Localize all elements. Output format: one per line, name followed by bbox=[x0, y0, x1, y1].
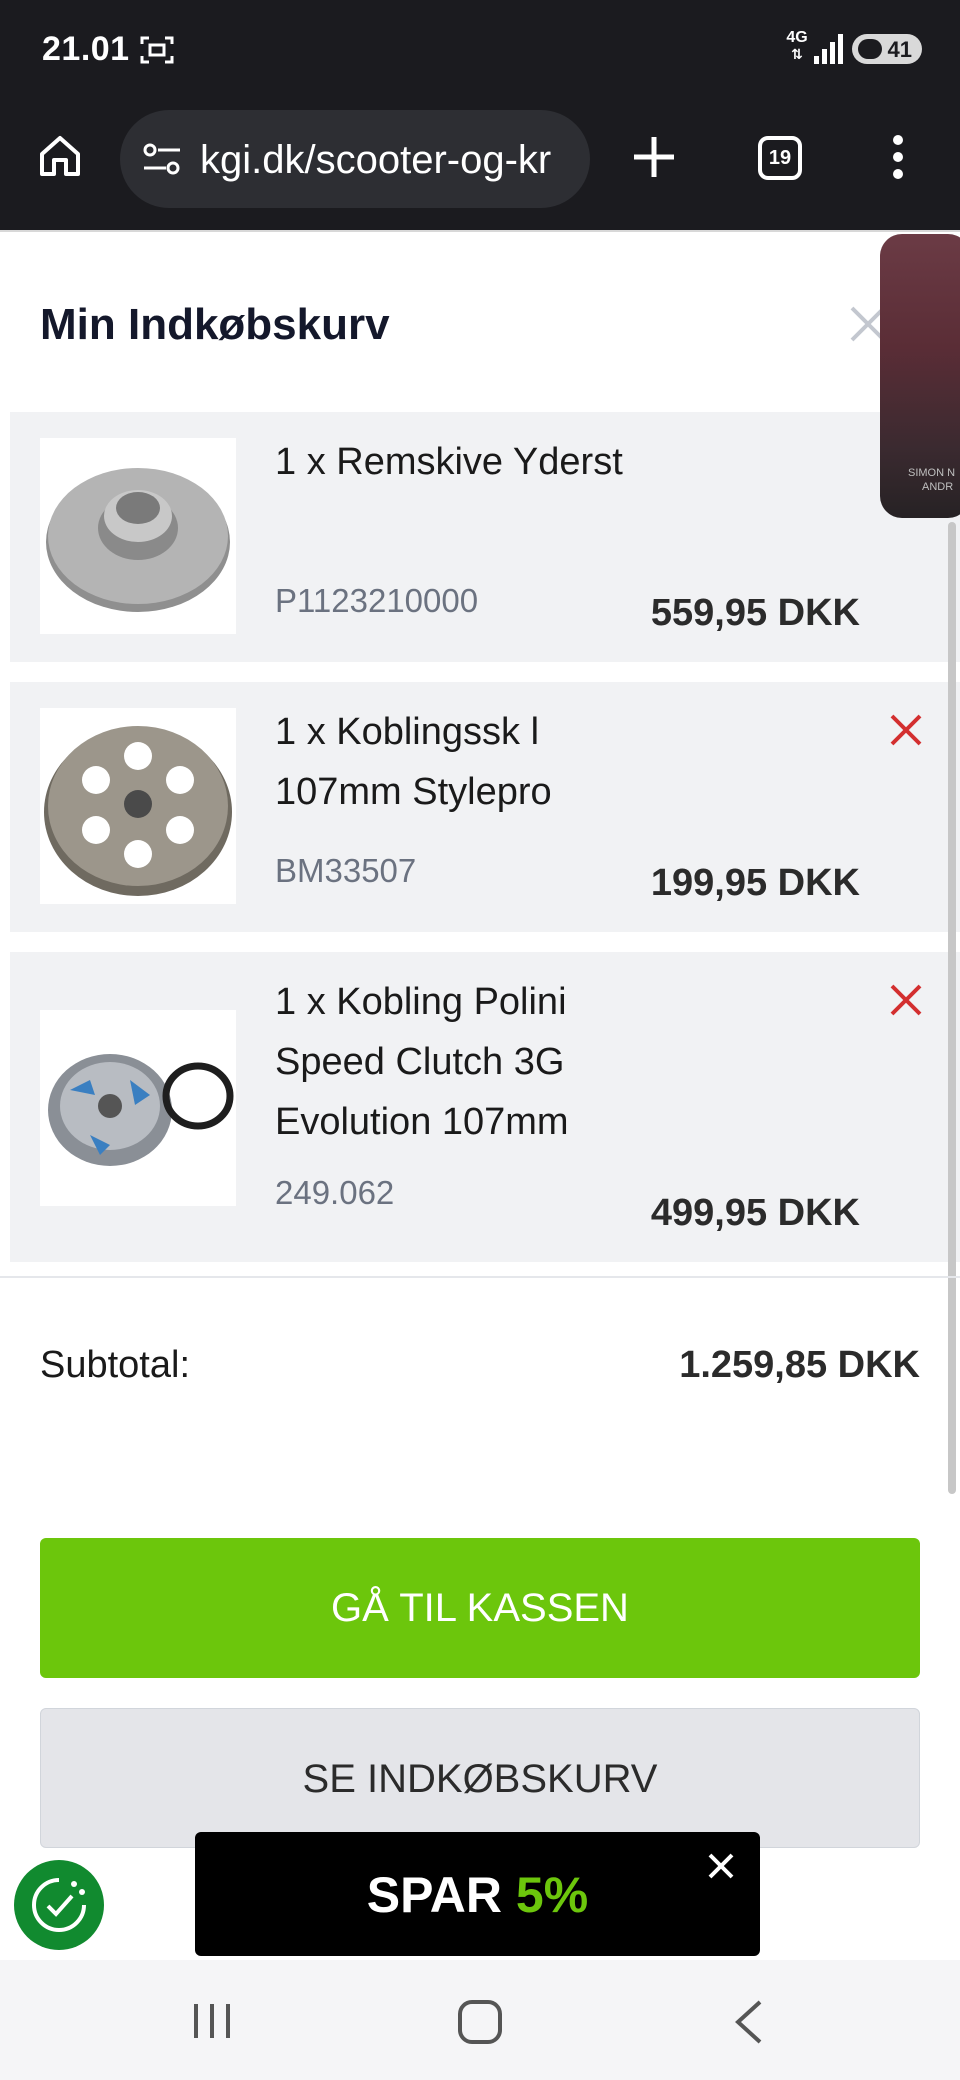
clutch-bell-image[interactable] bbox=[40, 708, 236, 904]
close-banner-icon[interactable] bbox=[707, 1852, 735, 1880]
discount-text: SPAR 5% bbox=[366, 1867, 589, 1923]
item-name[interactable]: 1 x Koblingssk l 107mm Stylepro bbox=[275, 702, 635, 822]
item-list-scrollbar[interactable] bbox=[948, 522, 956, 1494]
more-menu-icon[interactable] bbox=[892, 134, 904, 180]
cookie-check-icon bbox=[32, 1878, 86, 1932]
item-price: 499,95 DKK bbox=[650, 1192, 860, 1234]
battery-saver-icon bbox=[858, 39, 882, 59]
signal-icon bbox=[814, 34, 843, 64]
remove-item-icon[interactable] bbox=[888, 712, 924, 748]
pulley-illustration bbox=[46, 468, 230, 612]
clutch-bell-illustration bbox=[44, 726, 232, 896]
item-price: 199,95 DKK bbox=[650, 862, 860, 904]
new-tab-icon[interactable] bbox=[632, 135, 676, 179]
remove-item-icon[interactable] bbox=[888, 982, 924, 1018]
network-type: 4G ⇅ bbox=[786, 29, 808, 63]
url-text[interactable]: kgi.dk/scooter-og-kr bbox=[200, 138, 580, 183]
cart-title: Min Indkøbskurv bbox=[40, 300, 390, 349]
checkout-button[interactable]: GÅ TIL KASSEN bbox=[40, 1538, 920, 1678]
pulley-image[interactable] bbox=[40, 438, 236, 634]
system-nav-bar bbox=[0, 1960, 960, 2080]
discount-banner[interactable]: SPAR 5% bbox=[195, 1832, 760, 1956]
home-button-icon[interactable] bbox=[458, 2000, 502, 2044]
cart-item: 1 x Kobling Polini Speed Clutch 3G Evolu… bbox=[10, 952, 960, 1262]
item-sku: 249.062 bbox=[275, 1174, 395, 1211]
address-bar[interactable]: kgi.dk/scooter-og-kr bbox=[120, 110, 590, 208]
item-price: 559,95 DKK bbox=[650, 592, 860, 634]
item-sku: BM33507 bbox=[275, 852, 417, 889]
divider bbox=[0, 1276, 960, 1278]
item-name[interactable]: 1 x Remskive Yderst bbox=[275, 432, 635, 492]
cart-item: 1 x Koblingssk l 107mm Stylepro BM33507 … bbox=[10, 682, 960, 932]
item-name[interactable]: 1 x Kobling Polini Speed Clutch 3G Evolu… bbox=[275, 972, 635, 1152]
item-sku: P1123210000 bbox=[275, 582, 479, 619]
browser-toolbar: kgi.dk/scooter-og-kr 19 bbox=[0, 100, 960, 230]
tab-switcher-button[interactable]: 19 bbox=[758, 136, 802, 180]
clutch-assembly-image[interactable] bbox=[40, 1010, 236, 1206]
cart-drawer: Min Indkøbskurv 1 x Remskive Yderst P112… bbox=[0, 230, 960, 1960]
thumbnail-caption: SIMON N ANDR bbox=[908, 467, 956, 493]
cart-item: 1 x Remskive Yderst P1123210000 559,95 D… bbox=[10, 412, 960, 662]
cookie-consent-button[interactable] bbox=[14, 1860, 104, 1950]
view-cart-button[interactable]: SE INDKØBSKURV bbox=[40, 1708, 920, 1848]
site-settings-icon[interactable] bbox=[142, 140, 182, 178]
recent-apps-icon[interactable] bbox=[190, 2002, 234, 2040]
subtotal-label: Subtotal: bbox=[40, 1344, 190, 1386]
home-icon[interactable] bbox=[36, 132, 84, 180]
battery-indicator: 41 bbox=[852, 34, 922, 64]
subtotal-value: 1.259,85 DKK bbox=[679, 1344, 920, 1386]
back-icon[interactable] bbox=[730, 2000, 770, 2044]
floating-video-thumbnail[interactable]: SIMON N ANDR bbox=[880, 234, 960, 518]
status-time: 21.01 bbox=[42, 30, 130, 68]
clutch-assembly-illustration bbox=[48, 1054, 234, 1166]
screenshot-icon bbox=[140, 36, 174, 64]
status-bar: 21.01 4G ⇅ 41 bbox=[0, 0, 960, 100]
